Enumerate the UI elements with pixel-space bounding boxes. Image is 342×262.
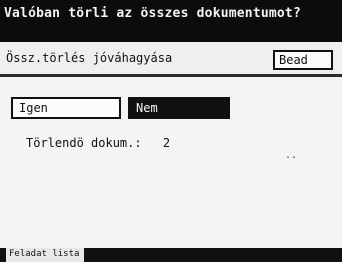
dialog-title: Valóban törli az összes dokumentumot?	[4, 6, 301, 21]
artifact-dots: ..	[285, 150, 298, 161]
documents-to-delete-label: Törlendö dokum.:	[26, 136, 142, 150]
bead-button[interactable]: Bead	[273, 50, 333, 70]
yes-button[interactable]: Igen	[11, 97, 121, 119]
confirmation-label: Össz.törlés jóváhagyása	[6, 51, 173, 65]
task-list-tab[interactable]: Feladat lista	[6, 248, 84, 262]
documents-to-delete: Törlendö dokum.: 2	[26, 136, 170, 150]
confirmation-bar: Össz.törlés jóváhagyása Bead	[0, 42, 342, 77]
no-button[interactable]: Nem	[128, 97, 230, 119]
dialog-header: Valóban törli az összes dokumentumot?	[0, 0, 342, 42]
footer-bar: Feladat lista	[0, 248, 342, 262]
screen: Valóban törli az összes dokumentumot? Ös…	[0, 0, 342, 262]
documents-to-delete-value: 2	[162, 136, 171, 150]
